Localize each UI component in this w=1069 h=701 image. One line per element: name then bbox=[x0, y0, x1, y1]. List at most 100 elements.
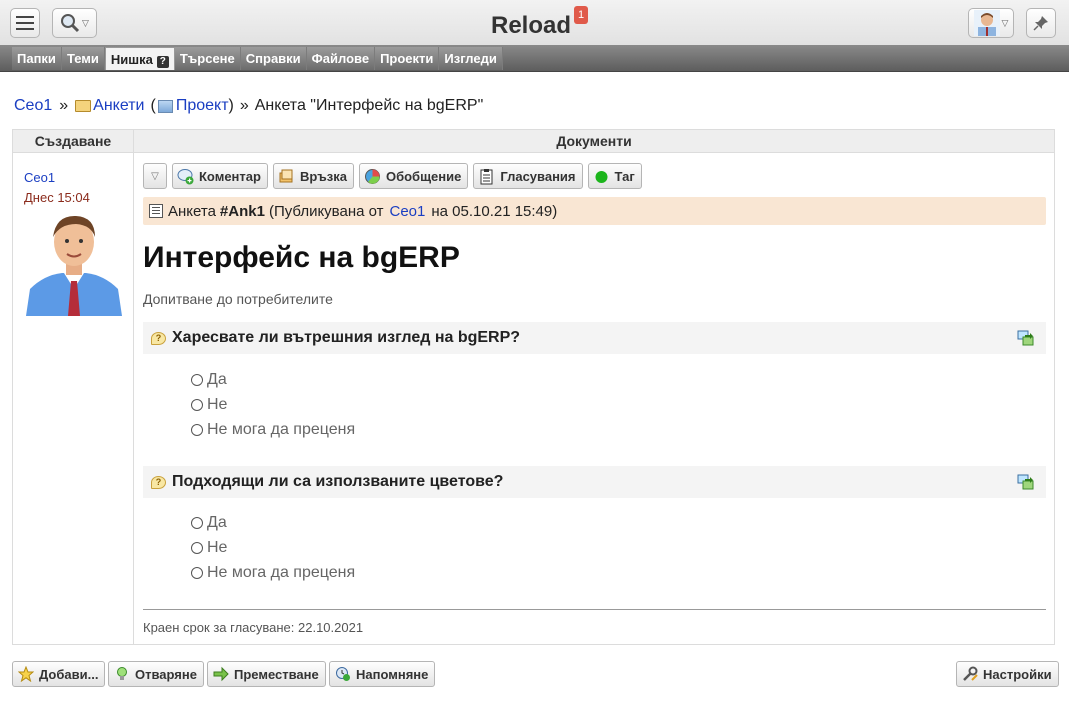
question-header: ? Подходящи ли са използваните цветове? bbox=[143, 466, 1046, 498]
divider bbox=[143, 609, 1046, 610]
add-button[interactable]: Добави... bbox=[12, 661, 106, 687]
question-icon: ? bbox=[151, 475, 166, 489]
question-text: Подходящи ли са използваните цветове? bbox=[172, 473, 504, 490]
more-actions-button[interactable]: ▽ bbox=[143, 163, 167, 189]
breadcrumb-folder-link[interactable]: Анкети bbox=[93, 97, 144, 115]
published-by-link[interactable]: Ceo1 bbox=[390, 203, 426, 220]
hamburger-icon bbox=[16, 16, 34, 30]
pie-chart-icon bbox=[364, 168, 380, 184]
summary-button[interactable]: Обобщение bbox=[358, 163, 469, 189]
question-header: ? Харесвате ли вътрешния изглед на bgERP… bbox=[143, 322, 1046, 354]
move-button[interactable]: Преместване bbox=[207, 661, 326, 687]
breadcrumb-separator: » bbox=[59, 97, 69, 114]
folder-icon bbox=[75, 100, 92, 112]
search-menu-button[interactable]: ▽ bbox=[52, 8, 97, 38]
user-avatar-icon bbox=[973, 10, 1000, 36]
answer-option[interactable]: Да bbox=[191, 371, 227, 389]
tab-projects[interactable]: Проекти bbox=[375, 47, 440, 70]
breadcrumb-current: Анкета "Интерфейс на bgERP" bbox=[254, 97, 484, 114]
document-number[interactable]: #Ank1 bbox=[220, 203, 265, 220]
breadcrumb: Ceo1 » Анкети ( Проект ) » Анкета "Интер… bbox=[14, 97, 483, 115]
breadcrumb-user-link[interactable]: Ceo1 bbox=[14, 97, 52, 115]
document-header: Анкета #Ank1 (Публикувана от Ceo1 на 05.… bbox=[143, 197, 1046, 225]
radio-button[interactable] bbox=[191, 399, 203, 411]
user-menu-button[interactable]: ▽ bbox=[968, 8, 1014, 38]
question-text: Харесвате ли вътрешния изглед на bgERP? bbox=[172, 329, 521, 346]
settings-button[interactable]: Настройки bbox=[956, 661, 1059, 687]
settings-icon bbox=[963, 666, 978, 681]
voting-deadline: Краен срок за гласуване: 22.10.2021 bbox=[143, 620, 364, 635]
reminder-icon bbox=[336, 667, 350, 681]
published-date: на 05.10.21 15:49) bbox=[431, 202, 558, 220]
answer-label: Да bbox=[207, 371, 227, 388]
tag-button-label: Таг bbox=[614, 168, 635, 184]
comment-button-label: Коментар bbox=[199, 168, 261, 184]
list-icon bbox=[149, 204, 163, 218]
reopen-button-label: Отваряне bbox=[135, 666, 197, 682]
radio-button[interactable] bbox=[191, 374, 203, 386]
votes-button-label: Гласувания bbox=[500, 168, 576, 184]
tab-thread[interactable]: Нишка? bbox=[104, 47, 175, 70]
radio-button[interactable] bbox=[191, 424, 203, 436]
tag-button[interactable]: Таг bbox=[587, 163, 642, 189]
search-icon bbox=[61, 14, 80, 33]
answer-option[interactable]: Не мога да преценя bbox=[191, 564, 355, 582]
answer-label: Не мога да преценя bbox=[207, 421, 356, 438]
answer-option[interactable]: Не bbox=[191, 396, 227, 414]
author-column: Ceo1 Днес 15:04 bbox=[13, 153, 134, 644]
remind-button[interactable]: Напомняне bbox=[329, 661, 436, 687]
question-icon: ? bbox=[151, 331, 166, 345]
navigation-tabs: Папки Теми Нишка? Търсене Справки Файлов… bbox=[0, 45, 1069, 72]
votes-button[interactable]: Гласувания bbox=[473, 163, 583, 189]
answer-label: Да bbox=[207, 514, 227, 531]
vote-action-icon[interactable] bbox=[1017, 330, 1034, 346]
chevron-down-icon: ▽ bbox=[151, 170, 159, 182]
answer-option[interactable]: Не bbox=[191, 539, 227, 557]
column-header-documents: Документи bbox=[556, 133, 632, 149]
move-button-label: Преместване bbox=[234, 666, 319, 682]
answer-option[interactable]: Да bbox=[191, 514, 227, 532]
chevron-down-icon: ▽ bbox=[1001, 17, 1009, 28]
help-icon[interactable]: ? bbox=[156, 56, 169, 68]
arrow-right-icon bbox=[213, 666, 229, 682]
chevron-down-icon: ▽ bbox=[82, 17, 89, 28]
link-icon bbox=[279, 169, 293, 182]
bulb-icon bbox=[117, 667, 127, 680]
table-header: Създаване Документи bbox=[13, 130, 1054, 153]
avatar bbox=[24, 209, 124, 316]
tab-folders[interactable]: Папки bbox=[12, 47, 62, 70]
breadcrumb-paren-open: ( bbox=[150, 97, 156, 114]
radio-button[interactable] bbox=[191, 517, 203, 529]
add-button-label: Добави... bbox=[39, 666, 99, 682]
app-title[interactable]: Reload bbox=[491, 12, 571, 40]
clipboard-icon bbox=[480, 168, 493, 184]
settings-button-label: Настройки bbox=[983, 666, 1052, 682]
radio-button[interactable] bbox=[191, 542, 203, 554]
breadcrumb-separator: » bbox=[239, 97, 249, 114]
breadcrumb-project-link[interactable]: Проект bbox=[176, 97, 229, 115]
tab-search[interactable]: Търсене bbox=[174, 47, 241, 70]
vote-action-icon[interactable] bbox=[1017, 474, 1034, 490]
tab-topics[interactable]: Теми bbox=[61, 47, 105, 70]
notification-badge[interactable]: 1 bbox=[574, 6, 588, 24]
published-prefix: (Публикувана от bbox=[268, 202, 384, 220]
document-type: Анкета bbox=[168, 202, 216, 220]
green-dot-icon bbox=[595, 170, 608, 183]
tab-views[interactable]: Изгледи bbox=[439, 47, 503, 70]
author-photo bbox=[24, 209, 124, 316]
comment-button[interactable]: Коментар bbox=[172, 163, 268, 189]
main-menu-button[interactable] bbox=[10, 8, 40, 38]
tab-files[interactable]: Файлове bbox=[306, 47, 376, 70]
answer-option[interactable]: Не мога да преценя bbox=[191, 421, 355, 439]
pin-button[interactable] bbox=[1026, 8, 1056, 38]
tab-reports[interactable]: Справки bbox=[240, 47, 307, 70]
tab-thread-label: Нишка bbox=[110, 52, 153, 67]
pin-icon bbox=[1033, 16, 1048, 31]
link-button[interactable]: Връзка bbox=[272, 163, 354, 189]
comment-add-icon bbox=[177, 168, 194, 184]
answer-label: Не bbox=[207, 396, 228, 413]
reopen-button[interactable]: Отваряне bbox=[108, 661, 204, 687]
radio-button[interactable] bbox=[191, 567, 203, 579]
document-toolbar: ▽ Коментар Връзка Обобщение Гласувания Т… bbox=[143, 163, 647, 189]
author-link[interactable]: Ceo1 bbox=[24, 170, 55, 185]
